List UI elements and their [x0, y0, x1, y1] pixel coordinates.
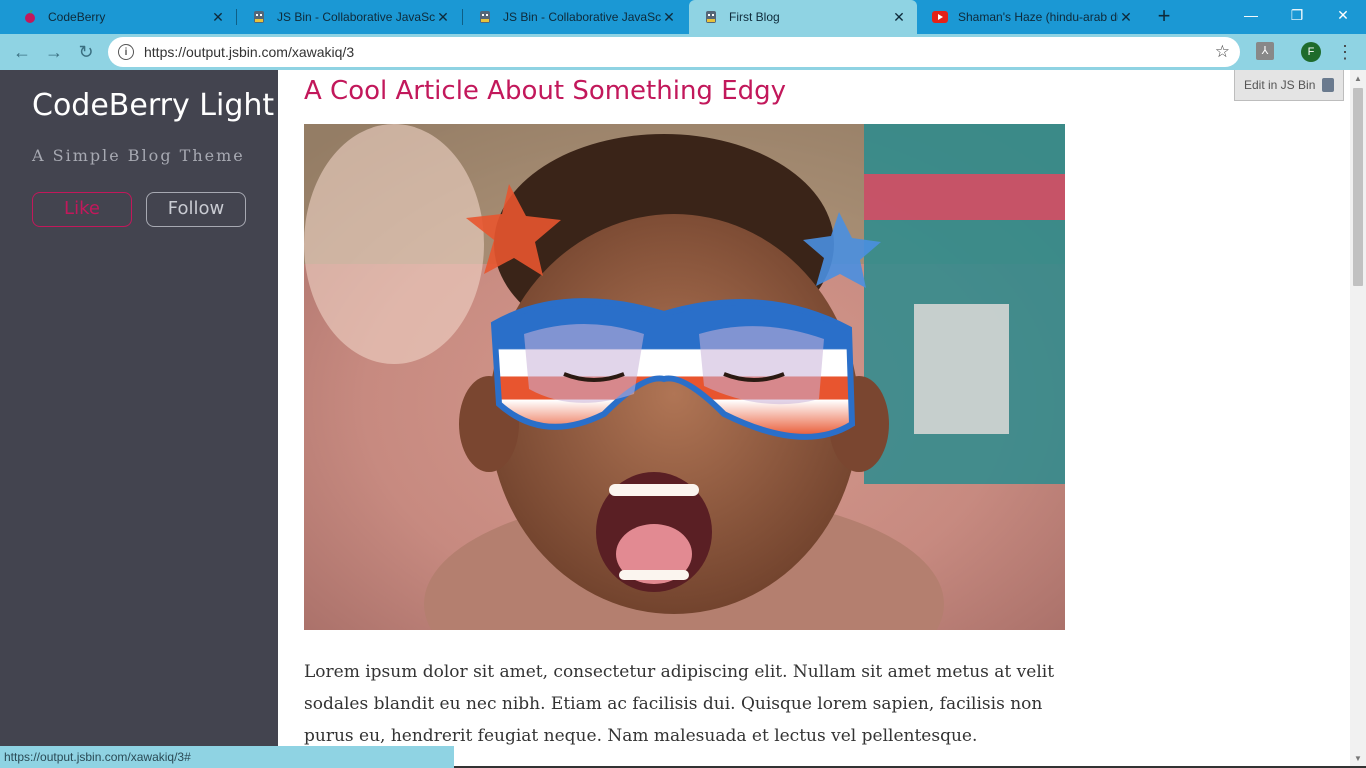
article-body: Lorem ipsum dolor sit amet, consectetur … [304, 662, 1055, 746]
tab-youtube[interactable]: Shaman's Haze (hindu-arab du ✕ [918, 0, 1144, 34]
codeberry-icon [22, 9, 38, 25]
tab-title: Shaman's Haze (hindu-arab du [958, 10, 1118, 24]
pdf-extension-icon[interactable]: ⅄ [1256, 42, 1274, 60]
tab-title: CodeBerry [48, 10, 106, 24]
jsbin-icon [703, 9, 719, 25]
article-title: A Cool Article About Something Edgy [304, 76, 787, 106]
close-window-icon[interactable]: ✕ [1320, 0, 1366, 30]
restore-icon[interactable]: ❐ [1274, 0, 1320, 30]
info-icon[interactable]: i [118, 44, 134, 60]
blog-tagline: A Simple Blog Theme [32, 146, 245, 165]
vertical-scrollbar[interactable]: ▲ ▼ [1350, 70, 1366, 768]
profile-avatar[interactable]: F [1301, 42, 1321, 62]
tab-codeberry[interactable]: CodeBerry ✕ [8, 0, 236, 34]
url-text[interactable]: https://output.jsbin.com/xawakiq/3 [144, 44, 354, 60]
minimize-icon[interactable]: — [1228, 0, 1274, 30]
follow-button[interactable]: Follow [146, 192, 246, 227]
tab-jsbin-2[interactable]: JS Bin - Collaborative JavaScript ✕ [463, 0, 687, 34]
browser-toolbar: ← → ↻ i https://output.jsbin.com/xawakiq… [0, 34, 1366, 70]
jsbin-icon [477, 9, 493, 25]
blog-sidebar: CodeBerry Light A Simple Blog Theme Like… [0, 70, 278, 768]
scroll-down-arrow-icon[interactable]: ▼ [1350, 752, 1366, 766]
close-icon[interactable]: ✕ [1118, 9, 1134, 26]
youtube-icon [932, 9, 948, 25]
new-tab-button[interactable]: + [1152, 5, 1176, 29]
tab-strip: CodeBerry ✕ JS Bin - Collaborative JavaS… [0, 0, 1366, 34]
scroll-up-arrow-icon[interactable]: ▲ [1350, 72, 1366, 86]
edit-in-jsbin-label: Edit in JS Bin [1244, 78, 1316, 92]
jsbin-icon [1322, 78, 1334, 92]
status-bar-url: https://output.jsbin.com/xawakiq/3# [0, 746, 454, 768]
back-icon[interactable]: ← [10, 40, 34, 64]
edit-in-jsbin-button[interactable]: Edit in JS Bin [1234, 70, 1344, 101]
close-icon[interactable]: ✕ [435, 9, 451, 26]
article-content: A Cool Article About Something Edgy Lore… [278, 70, 1350, 768]
menu-kebab-icon[interactable]: ⋮ [1336, 40, 1354, 64]
close-icon[interactable]: ✕ [891, 9, 907, 26]
jsbin-icon [251, 9, 267, 25]
scroll-thumb[interactable] [1353, 88, 1363, 286]
hero-image [304, 124, 1065, 630]
bookmark-star-icon[interactable]: ☆ [1215, 42, 1230, 62]
reload-icon[interactable]: ↻ [74, 40, 98, 64]
address-bar[interactable]: i https://output.jsbin.com/xawakiq/3 ☆ [108, 37, 1240, 67]
blog-title: CodeBerry Light [32, 88, 275, 123]
like-button[interactable]: Like [32, 192, 132, 227]
tab-title: First Blog [729, 10, 780, 24]
close-icon[interactable]: ✕ [661, 9, 677, 26]
close-icon[interactable]: ✕ [210, 9, 226, 26]
forward-icon[interactable]: → [42, 40, 66, 64]
tab-first-blog[interactable]: First Blog ✕ [689, 0, 917, 34]
tab-title: JS Bin - Collaborative JavaScript [277, 10, 435, 24]
tab-title: JS Bin - Collaborative JavaScript [503, 10, 661, 24]
tab-jsbin-1[interactable]: JS Bin - Collaborative JavaScript ✕ [237, 0, 461, 34]
